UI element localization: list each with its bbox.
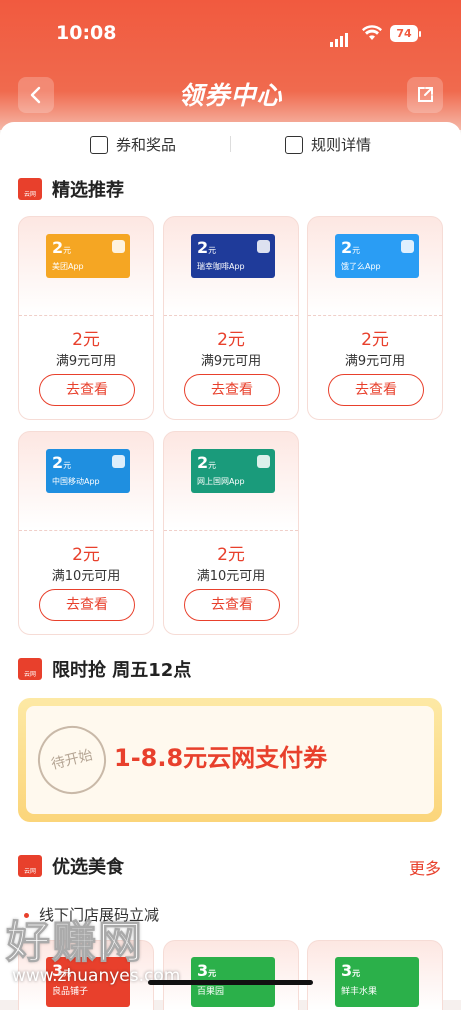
- ticket-brand: 瑞幸咖啡App: [197, 262, 245, 271]
- view-button[interactable]: 去查看: [39, 374, 135, 406]
- perforation-divider: [164, 315, 298, 316]
- battery-indicator: 74: [390, 25, 418, 42]
- coupon-condition: 满9元可用: [55, 354, 117, 369]
- perforation-divider: [308, 315, 442, 316]
- signal-icon: [330, 28, 350, 47]
- perforation-divider: [19, 530, 153, 531]
- tab-bar: 券和奖品 规则详情: [0, 122, 461, 166]
- food-section-header: 云网 优选美食: [18, 853, 124, 879]
- coupon-ticket: 2元 瑞幸咖啡App: [191, 234, 275, 278]
- section-title: 优选美食: [52, 857, 124, 878]
- ticket-brand: 中国移动App: [52, 477, 100, 486]
- ticket-icon: [90, 135, 108, 154]
- coupon-price: 2元: [72, 330, 100, 350]
- perforation-divider: [164, 530, 298, 531]
- coupon-card[interactable]: 2元 中国移动App 2元 满10元可用 去查看: [18, 431, 154, 635]
- coupon-ticket: 2元 中国移动App: [46, 449, 130, 493]
- flash-sale-card[interactable]: 待开始 1-8.8元云网支付券: [18, 698, 442, 822]
- coupon-condition: 满10元可用: [196, 569, 266, 584]
- home-indicator: [148, 980, 313, 985]
- flash-sale-inner: 待开始 1-8.8元云网支付券: [26, 706, 434, 814]
- ticket-amount: 2: [52, 453, 64, 472]
- brand-logo-icon: [112, 455, 125, 468]
- brand-logo-icon: [112, 240, 125, 253]
- section-title: 限时抢 周五12点: [52, 660, 192, 681]
- brand-logo-icon: 云网: [18, 855, 42, 877]
- coupon-card[interactable]: 2元 瑞幸咖啡App 2元 满9元可用 去查看: [163, 216, 299, 420]
- status-bar: 10:08 74: [0, 22, 461, 50]
- coupon-ticket: 2元 网上国网App: [191, 449, 275, 493]
- ticket-brand: 饿了么App: [341, 262, 381, 271]
- coupon-condition: 满9元可用: [344, 354, 406, 369]
- ticket-amount: 2: [197, 238, 209, 257]
- watermark-brand: 好赚网: [6, 917, 144, 969]
- tab-rules[interactable]: 规则详情: [285, 134, 371, 155]
- coupon-price: 2元: [72, 545, 100, 565]
- coupon-ticket: 2元 美团App: [46, 234, 130, 278]
- coupon-card[interactable]: 2元 网上国网App 2元 满10元可用 去查看: [163, 431, 299, 635]
- document-icon: [285, 135, 303, 154]
- flash-sale-offer: 1-8.8元云网支付券: [114, 744, 328, 772]
- view-button[interactable]: 去查看: [184, 374, 280, 406]
- wifi-icon: [362, 25, 382, 45]
- featured-section-header: 云网 精选推荐: [18, 176, 124, 202]
- view-button[interactable]: 去查看: [328, 374, 424, 406]
- share-button[interactable]: [407, 77, 443, 113]
- coupon-price: 2元: [217, 330, 245, 350]
- ticket-amount: 2: [52, 238, 64, 257]
- tab-label: 规则详情: [311, 136, 372, 154]
- pending-stamp: 待开始: [30, 718, 114, 802]
- ticket-amount: 2: [341, 238, 353, 257]
- view-button[interactable]: 去查看: [39, 589, 135, 621]
- battery-tip: [419, 31, 421, 37]
- tab-coupons-prizes[interactable]: 券和奖品: [90, 134, 176, 155]
- more-link[interactable]: 更多: [409, 855, 441, 879]
- coupon-condition: 满9元可用: [200, 354, 262, 369]
- section-title: 精选推荐: [52, 180, 124, 201]
- coupon-card[interactable]: 2元 饿了么App 2元 满9元可用 去查看: [307, 216, 443, 420]
- brand-logo-icon: 云网: [18, 658, 42, 680]
- flash-sale-header: 云网 限时抢 周五12点: [18, 656, 191, 682]
- status-time: 10:08: [56, 22, 117, 44]
- coupon-price: 2元: [361, 330, 389, 350]
- coupon-card[interactable]: 2元 美团App 2元 满9元可用 去查看: [18, 216, 154, 420]
- header: 10:08 74 领券中心: [0, 0, 461, 130]
- perforation-divider: [19, 315, 153, 316]
- ticket-brand: 美团App: [52, 262, 84, 271]
- share-icon: [418, 87, 433, 102]
- coupon-condition: 满10元可用: [51, 569, 121, 584]
- brand-logo-icon: [401, 240, 414, 253]
- page-title: 领券中心: [178, 81, 283, 110]
- brand-logo-icon: [257, 240, 270, 253]
- coupon-price: 2元: [217, 545, 245, 565]
- view-button[interactable]: 去查看: [184, 589, 280, 621]
- tab-label: 券和奖品: [116, 136, 177, 154]
- coupon-ticket: 2元 饿了么App: [335, 234, 419, 278]
- tab-divider: [230, 136, 231, 152]
- ticket-amount: 2: [197, 453, 209, 472]
- brand-logo-icon: 云网: [18, 178, 42, 200]
- ticket-brand: 网上国网App: [197, 477, 245, 486]
- brand-logo-icon: [257, 455, 270, 468]
